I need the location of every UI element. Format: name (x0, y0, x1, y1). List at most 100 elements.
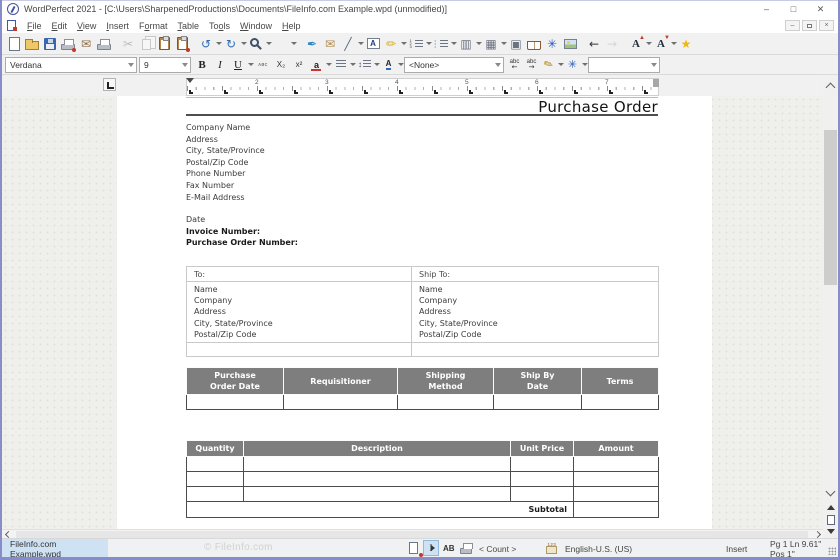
document-control-icon[interactable] (7, 20, 17, 31)
font-size-down-button[interactable]: A ▼ (652, 34, 677, 54)
print-file-button[interactable] (59, 34, 77, 54)
tab-stop-marker[interactable] (364, 90, 368, 94)
tab-stop-marker[interactable] (329, 90, 333, 94)
vertical-scroll-thumb[interactable] (824, 130, 837, 285)
print-envelope-button[interactable]: ✉ (77, 34, 95, 54)
maximize-button[interactable]: □ (780, 0, 807, 18)
resize-grip[interactable] (828, 547, 836, 555)
document-tab[interactable]: FileInfo.com Example.wpd (2, 539, 108, 559)
mail-button[interactable]: ✉ (321, 34, 339, 54)
to-header-cell[interactable]: To: (186, 266, 412, 282)
paste-unformatted-button[interactable] (173, 34, 191, 54)
printer-status-button[interactable] (458, 540, 474, 556)
previous-word-button[interactable]: abc ← (506, 56, 523, 73)
graphics-frame-button[interactable]: ▣ (507, 34, 525, 54)
document-close-button[interactable]: × (819, 20, 834, 31)
zoom-button[interactable] (247, 34, 272, 54)
right-margin-marker[interactable] (653, 79, 659, 87)
left-margin-marker[interactable] (186, 78, 194, 87)
underline-button[interactable]: U (230, 56, 246, 73)
font-face-combo[interactable]: Verdana (5, 56, 137, 73)
minimize-button[interactable]: – (753, 0, 780, 18)
undo-button[interactable]: ↺ (197, 34, 222, 54)
timer-status-button[interactable] (543, 540, 559, 556)
po-entry-cell[interactable] (186, 394, 284, 410)
bullet-list-button[interactable] (432, 34, 457, 54)
menu-help[interactable]: Help (277, 20, 306, 32)
document-minimize-button[interactable]: – (785, 20, 800, 31)
chevron-down-icon[interactable] (495, 62, 501, 70)
columns-button[interactable]: ▥ (457, 34, 482, 54)
tab-stop-marker[interactable] (224, 90, 228, 94)
items-entry-cell[interactable] (186, 456, 244, 472)
po-entry-cell[interactable] (397, 394, 494, 410)
items-entry-cell[interactable] (186, 486, 244, 502)
italic-button[interactable]: I (212, 56, 228, 73)
page[interactable]: Purchase Order Company Name Address City, … (117, 96, 712, 529)
font-size-up-button[interactable]: A ▲ (627, 34, 652, 54)
items-entry-cell[interactable] (510, 456, 574, 472)
tab-stop-marker[interactable] (609, 90, 613, 94)
tab-stop-marker[interactable] (294, 90, 298, 94)
numbered-list-dropdown-icon[interactable] (425, 35, 432, 53)
to-empty-cell[interactable] (186, 342, 412, 358)
subtotal-amount-cell[interactable] (573, 501, 659, 518)
ship-to-header-cell[interactable]: Ship To: (411, 266, 659, 282)
menu-tools[interactable]: Tools (204, 20, 235, 32)
menu-format[interactable]: Format (134, 20, 173, 32)
font-size-down-dropdown-icon[interactable] (670, 35, 677, 53)
line-spacing-button-dropdown-icon[interactable] (373, 56, 380, 74)
zoom-dropdown-icon[interactable] (265, 35, 272, 53)
quickart-button[interactable]: ✳ (543, 34, 561, 54)
bullet-list-dropdown-icon[interactable] (450, 35, 457, 53)
vertical-scrollbar[interactable] (823, 78, 838, 538)
quickwords-button[interactable]: ✎ (540, 56, 557, 73)
items-entry-cell[interactable] (573, 486, 659, 502)
menu-edit[interactable]: Edit (47, 20, 73, 32)
items-entry-cell[interactable] (573, 471, 659, 487)
ship-to-address-cell[interactable]: Name Company Address City, State/Province Po… (411, 280, 659, 344)
tab-stop-marker[interactable] (399, 90, 403, 94)
go-back-button[interactable]: ← (585, 34, 603, 54)
menu-insert[interactable]: Insert (101, 20, 134, 32)
favorites-button[interactable]: ★ (677, 34, 695, 54)
items-entry-cell[interactable] (243, 456, 511, 472)
items-entry-cell[interactable] (186, 471, 244, 487)
insert-date-button[interactable] (272, 34, 297, 54)
font-attributes-button[interactable]: A (380, 56, 397, 73)
redo-dropdown-icon[interactable] (240, 35, 247, 53)
scroll-down-button[interactable] (823, 486, 838, 499)
scrapbook-button[interactable] (561, 34, 579, 54)
selection-mode-button[interactable]: I (423, 540, 439, 556)
items-entry-cell[interactable] (573, 456, 659, 472)
tab-stop-marker[interactable] (574, 90, 578, 94)
highlight-button[interactable]: ✏ (382, 34, 407, 54)
numbered-list-button[interactable] (407, 34, 432, 54)
horizontal-scrollbar[interactable] (2, 529, 823, 539)
horizontal-scroll-thumb[interactable] (16, 531, 808, 538)
po-entry-cell[interactable] (493, 394, 582, 410)
selection-style-combo[interactable] (588, 56, 660, 73)
po-entry-cell[interactable] (283, 394, 398, 410)
tab-stop-marker[interactable] (469, 90, 473, 94)
chevron-down-icon[interactable] (651, 62, 657, 70)
redline-button[interactable]: ᴀʙᴄ (255, 56, 271, 73)
menu-file[interactable]: File (22, 20, 47, 32)
to-address-cell[interactable]: Name Company Address City, State/Province Po… (186, 280, 412, 344)
insert-date-dropdown-icon[interactable] (290, 35, 297, 53)
caps-indicator-button[interactable]: AB (443, 539, 455, 558)
tab-stop-marker[interactable] (644, 90, 648, 94)
justification-button[interactable] (332, 56, 349, 73)
tab-type-selector-button[interactable] (103, 78, 116, 91)
symbols-button[interactable]: ✳ (564, 56, 581, 73)
next-page-button[interactable] (823, 525, 838, 538)
insert-mode-indicator[interactable]: Insert (726, 539, 747, 558)
font-color-button[interactable]: a (308, 56, 325, 73)
language-indicator[interactable]: English-U.S. (US) (565, 539, 632, 558)
ruler-strip[interactable]: 2 3 4 5 6 7 (186, 78, 659, 96)
tab-stop-marker[interactable] (189, 90, 193, 94)
font-color-button-dropdown-icon[interactable] (325, 56, 332, 74)
bold-button[interactable]: B (194, 56, 210, 73)
scroll-up-button[interactable] (823, 79, 838, 92)
superscript-button[interactable]: x² (291, 56, 307, 73)
